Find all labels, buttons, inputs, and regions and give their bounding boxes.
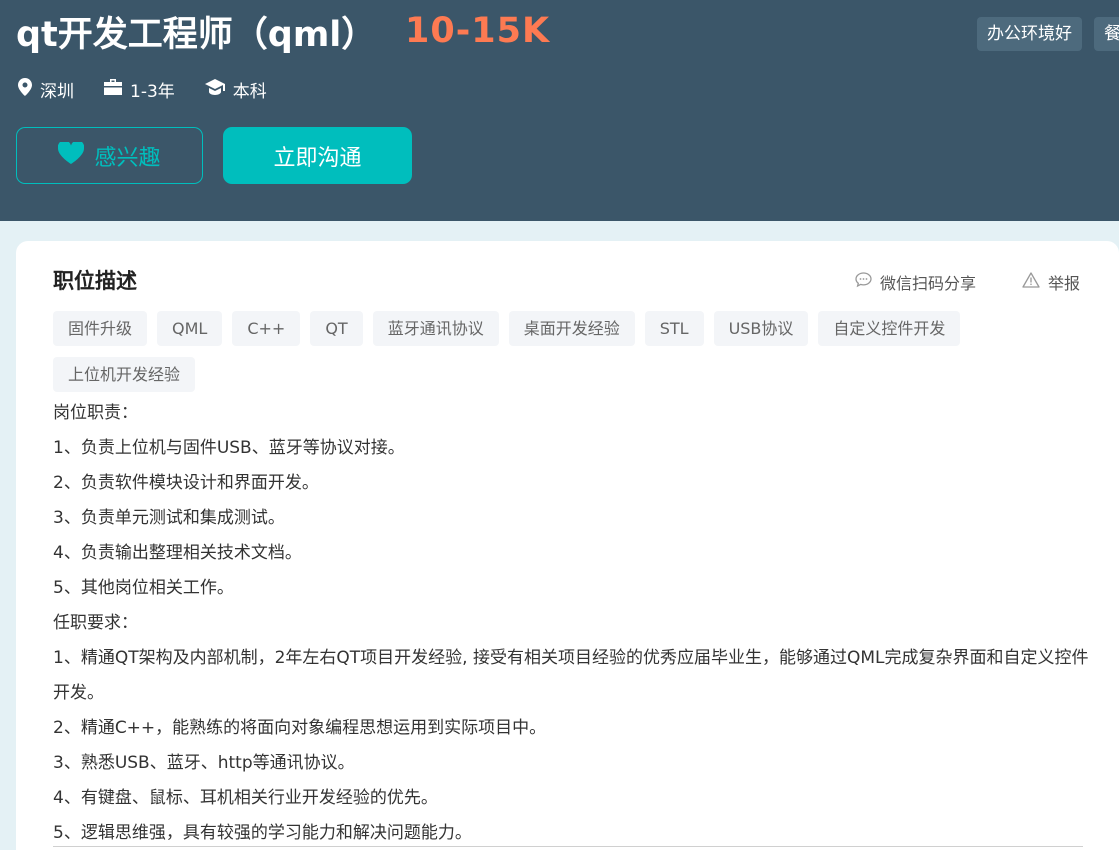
- description-line: 4、负责输出整理相关技术文档。: [53, 543, 302, 563]
- description-line: 1、精通QT架构及内部机制，2年左右QT项目开发经验, 接受有相关项目经验的优秀…: [53, 648, 1089, 703]
- salary: 10-15K: [405, 11, 551, 51]
- meta-degree: 本科: [204, 77, 267, 102]
- skill-tag: C++: [232, 311, 301, 346]
- location-pin-icon: [18, 77, 40, 101]
- skill-tag: USB协议: [713, 311, 809, 346]
- skill-tag: 自定义控件开发: [818, 311, 961, 346]
- description-line: 4、有键盘、鼠标、耳机相关行业开发经验的优先。: [53, 788, 438, 808]
- section-title: 职位描述: [53, 269, 137, 293]
- skill-tag: QT: [310, 311, 363, 346]
- report-link[interactable]: 举报: [1022, 270, 1080, 294]
- skill-tag: 桌面开发经验: [508, 311, 635, 346]
- heart-icon: [58, 139, 94, 170]
- skill-tags: 固件升级 QML C++ QT 蓝牙通讯协议 桌面开发经验 STL USB协议 …: [53, 311, 1093, 403]
- description-line: 2、精通C++，能熟练的将面向对象编程思想运用到实际项目中。: [53, 718, 547, 738]
- skill-tag: 上位机开发经验: [53, 357, 196, 392]
- meta-degree-label: 本科: [232, 81, 267, 102]
- chat-now-button-label: 立即沟通: [273, 145, 362, 171]
- meta-city-label: 深圳: [40, 81, 74, 102]
- meta-experience-label: 1-3年: [130, 81, 175, 102]
- chat-now-button[interactable]: 立即沟通: [223, 127, 412, 184]
- skill-tag: QML: [157, 311, 223, 346]
- description-line: 5、其他岗位相关工作。: [53, 578, 234, 598]
- description-line: 任职要求：: [53, 613, 138, 633]
- job-description-text: 岗位职责： 1、负责上位机与固件USB、蓝牙等协议对接。 2、负责软件模块设计和…: [53, 396, 1093, 850]
- description-line: 5、逻辑思维强，具有较强的学习能力和解决问题能力。: [53, 823, 472, 843]
- meta-experience: 1-3年: [104, 77, 175, 102]
- welfare-tag: 餐: [1094, 17, 1119, 51]
- chat-bubble-icon: [855, 272, 880, 292]
- wechat-share-label: 微信扫码分享: [880, 274, 977, 293]
- interest-button[interactable]: 感兴趣: [16, 127, 203, 184]
- interest-button-label: 感兴趣: [94, 145, 161, 171]
- job-title: qt开发工程师（qml）: [16, 15, 377, 55]
- graduation-cap-icon: [204, 78, 233, 100]
- description-line: 3、负责单元测试和集成测试。: [53, 508, 285, 528]
- skill-tag: 固件升级: [53, 311, 148, 346]
- briefcase-icon: [104, 78, 130, 100]
- wechat-share-link[interactable]: 微信扫码分享: [855, 270, 976, 294]
- warning-icon: [1022, 272, 1048, 292]
- skill-tag: STL: [644, 311, 704, 346]
- section-divider: [53, 846, 1083, 847]
- description-line: 2、负责软件模块设计和界面开发。: [53, 473, 319, 493]
- report-label: 举报: [1048, 274, 1081, 293]
- description-line: 岗位职责：: [53, 403, 138, 423]
- welfare-tag: 办公环境好: [977, 17, 1082, 51]
- meta-city: 深圳: [18, 77, 74, 102]
- job-meta-row: 深圳 1-3年 本科: [18, 76, 297, 102]
- description-line: 1、负责上位机与固件USB、蓝牙等协议对接。: [53, 438, 405, 458]
- job-header: qt开发工程师（qml） 10-15K 办公环境好 餐 深圳 1-3年 本科 感…: [0, 0, 1119, 221]
- skill-tag: 蓝牙通讯协议: [372, 311, 499, 346]
- description-line: 3、熟悉USB、蓝牙、http等通讯协议。: [53, 753, 355, 773]
